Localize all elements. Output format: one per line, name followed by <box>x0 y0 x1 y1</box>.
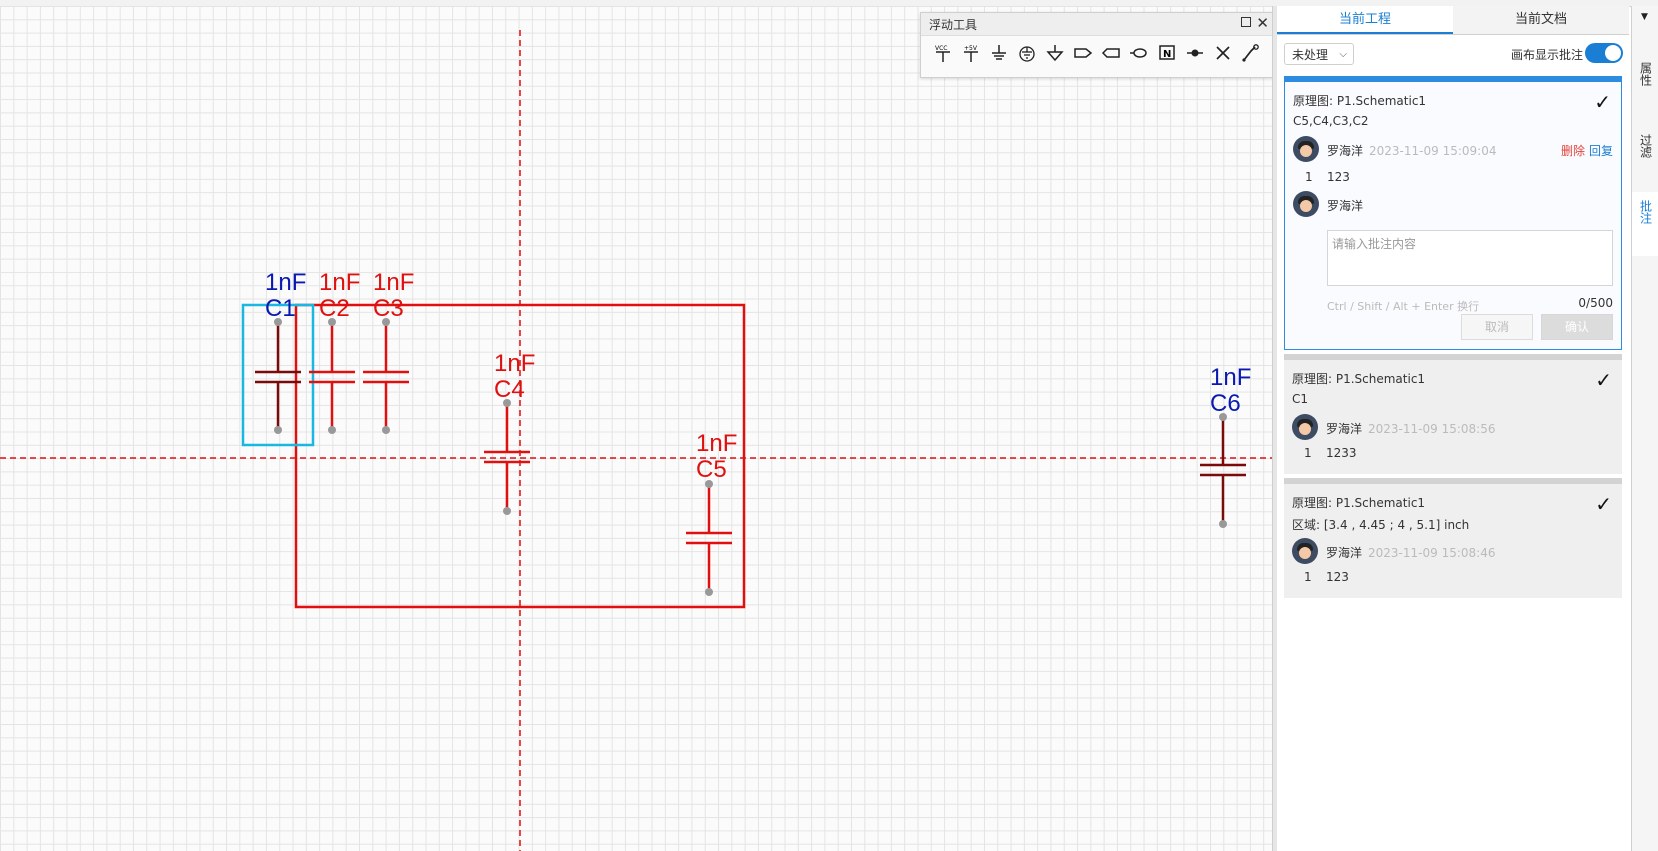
status-filter-dropdown[interactable]: 未处理 ⌵ <box>1284 43 1354 65</box>
maximize-icon[interactable] <box>1241 17 1251 27</box>
c1-value-label: 1nF <box>265 269 306 296</box>
comment-index: 1 <box>1305 170 1313 184</box>
capacitor-c2[interactable] <box>309 318 355 434</box>
tab-current-document[interactable]: 当前文档 <box>1453 6 1629 34</box>
c1-ref-label: C1 <box>265 295 296 322</box>
avatar <box>1293 136 1319 162</box>
comment-index: 1 <box>1304 446 1312 460</box>
avatar <box>1292 538 1318 564</box>
reply-link[interactable]: 回复 <box>1589 142 1613 159</box>
capacitor-c6[interactable] <box>1200 413 1246 528</box>
chevron-down-icon: ⌵ <box>1339 49 1347 60</box>
cancel-button[interactable]: 取消 <box>1461 314 1533 340</box>
c5-value-label: 1nF <box>696 430 737 457</box>
sidetab-properties[interactable]: 属性 <box>1632 58 1658 98</box>
floating-tool-title: 浮动工具 <box>929 18 978 32</box>
net-label-oval-icon[interactable] <box>1125 43 1153 67</box>
status-filter-value: 未处理 <box>1292 48 1329 62</box>
c4-value-label: 1nF <box>494 350 535 377</box>
reply-textarea[interactable] <box>1327 230 1613 286</box>
c5-ref-label: C5 <box>696 456 727 483</box>
char-count: 0/500 <box>1578 296 1613 310</box>
comment-title: 原理图: P1.Schematic1 <box>1293 94 1427 108</box>
earth-ground-icon[interactable] <box>1013 43 1041 67</box>
comment-author: 罗海洋 2023-11-09 15:08:46 <box>1326 546 1496 560</box>
svg-text:N: N <box>1163 49 1171 60</box>
c6-ref-label: C6 <box>1210 390 1241 417</box>
capacitor-c4[interactable] <box>484 399 530 515</box>
comment-refs: C1 <box>1292 392 1309 406</box>
sidetab-filter-label: 过滤 <box>1638 134 1653 158</box>
comment-index: 1 <box>1304 570 1312 584</box>
c2-value-label: 1nF <box>319 269 360 296</box>
comment-card[interactable]: 原理图: P1.Schematic1 ✓ C5,C4,C3,C2 罗海洋 2023… <box>1284 76 1622 350</box>
floating-tool-window[interactable]: 浮动工具 ✕ VCC +5V N <box>920 12 1274 78</box>
comment-refs: C5,C4,C3,C2 <box>1293 114 1369 128</box>
newline-hint: Ctrl / Shift / Alt + Enter 换行 <box>1327 300 1480 313</box>
close-icon[interactable]: ✕ <box>1256 14 1269 32</box>
comment-panel: 当前工程 当前文档 未处理 ⌵ 画布显示批注 原理图: P1.Schematic… <box>1277 6 1629 851</box>
sidetab-properties-label: 属性 <box>1638 62 1653 86</box>
svg-text:+5V: +5V <box>964 45 978 52</box>
comment-time: 2023-11-09 15:08:56 <box>1368 422 1496 436</box>
c2-ref-label: C2 <box>319 295 350 322</box>
c6-value-label: 1nF <box>1210 364 1251 391</box>
comment-title: 原理图: P1.Schematic1 <box>1292 372 1426 386</box>
reply-author: 罗海洋 <box>1327 199 1364 213</box>
comment-card[interactable]: 原理图: P1.Schematic1 ✓ 区域: [3.4 , 4.45 ; 4… <box>1284 478 1622 598</box>
side-tabs: ▼ 属性 过滤 批注 <box>1631 6 1658 851</box>
floating-tool-header[interactable]: 浮动工具 ✕ <box>921 13 1273 36</box>
avatar <box>1292 414 1318 440</box>
sidetab-comments[interactable]: 批注 <box>1632 192 1658 256</box>
resolve-check-icon[interactable]: ✓ <box>1595 368 1612 392</box>
no-connect-flag-icon[interactable]: N <box>1153 43 1181 67</box>
avatar <box>1293 191 1319 217</box>
resolve-check-icon[interactable]: ✓ <box>1594 90 1611 114</box>
show-comments-toggle[interactable] <box>1585 43 1623 63</box>
sidetab-filter[interactable]: 过滤 <box>1632 130 1658 170</box>
ground-icon[interactable] <box>985 43 1013 67</box>
comment-refs: 区域: [3.4 , 4.45 ; 4 , 5.1] inch <box>1292 518 1470 532</box>
floating-tool-icons: VCC +5V N <box>921 36 1273 67</box>
c3-value-label: 1nF <box>373 269 414 296</box>
comment-author: 罗海洋 2023-11-09 15:08:56 <box>1326 422 1496 436</box>
delete-link[interactable]: 删除 <box>1561 142 1585 159</box>
comment-text: 123 <box>1327 170 1350 184</box>
plus5v-icon[interactable]: +5V <box>957 43 985 67</box>
show-comments-label: 画布显示批注 <box>1510 48 1583 62</box>
wire-tool-icon[interactable] <box>1237 43 1265 67</box>
signal-ground-icon[interactable] <box>1041 43 1069 67</box>
tab-current-project[interactable]: 当前工程 <box>1277 6 1453 34</box>
svg-text:VCC: VCC <box>935 45 947 52</box>
c4-ref-label: C4 <box>494 376 525 403</box>
comment-text: 1233 <box>1326 446 1357 460</box>
comment-card[interactable]: 原理图: P1.Schematic1 ✓ C1 罗海洋 2023-11-09 15… <box>1284 354 1622 474</box>
c3-ref-label: C3 <box>373 295 404 322</box>
capacitor-c1[interactable] <box>255 318 301 434</box>
comment-text: 123 <box>1326 570 1349 584</box>
sidetab-comments-label: 批注 <box>1638 200 1653 224</box>
confirm-button[interactable]: 确认 <box>1541 314 1613 340</box>
comment-time: 2023-11-09 15:08:46 <box>1368 546 1496 560</box>
no-connect-cross-icon[interactable] <box>1209 43 1237 67</box>
net-port-icon[interactable] <box>1069 43 1097 67</box>
panel-tabs: 当前工程 当前文档 <box>1277 6 1629 35</box>
vcc-icon[interactable]: VCC <box>929 43 957 67</box>
comment-time: 2023-11-09 15:09:04 <box>1369 144 1497 158</box>
capacitor-c5[interactable] <box>686 480 732 596</box>
comment-author: 罗海洋 2023-11-09 15:09:04 <box>1327 144 1497 158</box>
schematic-svg[interactable]: 1nF C1 1nF C2 1nF C3 1nF C4 1nF C5 1nF C… <box>0 6 1272 851</box>
schematic-canvas[interactable]: 1nF C1 1nF C2 1nF C3 1nF C4 1nF C5 1nF C… <box>0 6 1272 851</box>
panel-toolbar: 未处理 ⌵ 画布显示批注 <box>1277 35 1629 71</box>
junction-icon[interactable] <box>1181 43 1209 67</box>
collapse-arrow-icon[interactable]: ▼ <box>1641 12 1648 22</box>
capacitor-c3[interactable] <box>363 318 409 434</box>
net-flag-icon[interactable] <box>1097 43 1125 67</box>
resolve-check-icon[interactable]: ✓ <box>1595 492 1612 516</box>
comment-title: 原理图: P1.Schematic1 <box>1292 496 1426 510</box>
